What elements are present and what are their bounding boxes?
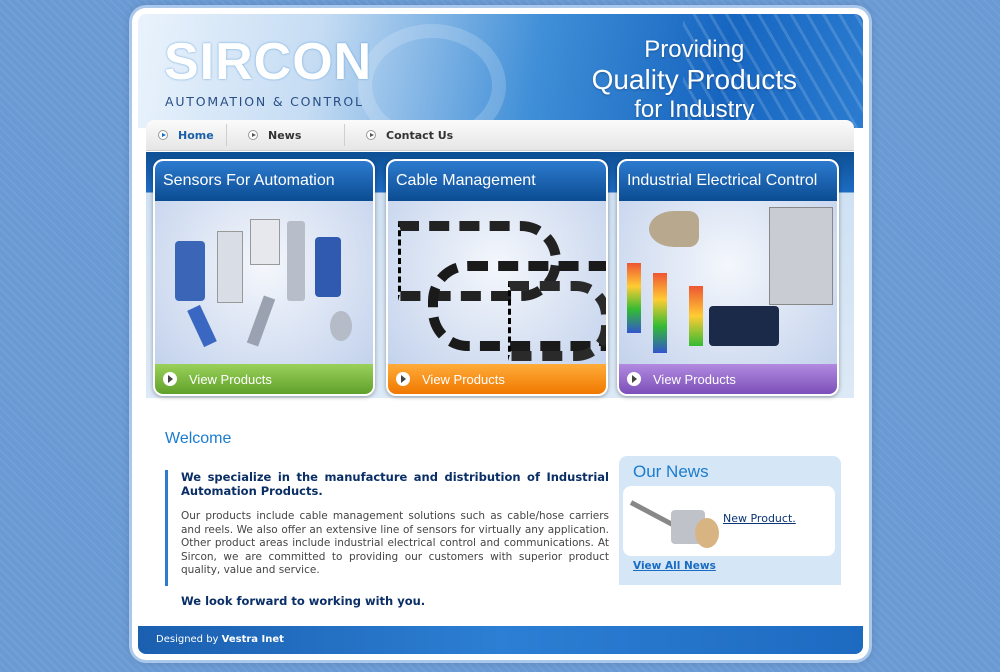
view-products-button[interactable]: View Products	[155, 364, 373, 394]
arrow-circle-icon	[627, 372, 641, 386]
button-label: View Products	[422, 371, 505, 387]
site-footer: Designed by Vestra Inet	[138, 626, 863, 654]
nav-divider	[226, 124, 227, 146]
welcome-heading: Welcome	[165, 430, 232, 447]
sensors-image	[155, 201, 373, 364]
view-products-button[interactable]: View Products	[388, 364, 606, 394]
product-card-title: Sensors For Automation	[155, 161, 373, 201]
footer-prefix: Designed by	[156, 634, 219, 645]
product-card-sensors[interactable]: Sensors For Automation View Products	[153, 159, 375, 396]
arrow-right-icon	[248, 130, 258, 140]
nav-item-news[interactable]: News	[248, 120, 301, 150]
button-label: View Products	[653, 371, 736, 387]
nav-item-label: News	[268, 128, 302, 142]
header-slogan: Providing Quality Products for Industry	[592, 36, 797, 124]
welcome-text-block: We specialize in the manufacture and dis…	[165, 470, 609, 586]
nav-item-label: Contact Us	[386, 128, 454, 142]
nav-item-home[interactable]: Home	[158, 120, 214, 150]
button-label: View Products	[189, 371, 272, 387]
news-item-link[interactable]: New Product.	[723, 512, 796, 525]
welcome-closing: We look forward to working with you.	[181, 594, 426, 608]
main-nav: Home News Contact Us	[146, 120, 854, 151]
welcome-body: Our products include cable management so…	[181, 510, 609, 576]
product-card-electrical[interactable]: Industrial Electrical Control View Produ…	[617, 159, 839, 396]
view-all-news-link[interactable]: View All News	[633, 560, 716, 572]
page-frame: SIRCON AUTOMATION & CONTROL Providing Qu…	[132, 8, 869, 660]
footer-designer-link[interactable]: Vestra Inet	[222, 634, 284, 645]
electrical-control-image	[619, 201, 837, 364]
arrow-circle-icon	[163, 372, 177, 386]
site-logo[interactable]: SIRCON	[164, 36, 372, 88]
product-card-title: Cable Management	[388, 161, 606, 201]
product-card-cable[interactable]: Cable Management View Products	[386, 159, 608, 396]
news-item: New Product.	[623, 486, 835, 556]
arrow-right-icon	[158, 130, 168, 140]
nav-divider	[344, 124, 345, 146]
view-products-button[interactable]: View Products	[619, 364, 837, 394]
logo-subtitle: AUTOMATION & CONTROL	[165, 94, 364, 109]
welcome-lead: We specialize in the manufacture and dis…	[181, 470, 609, 498]
news-panel: Our News New Product. View All News	[619, 456, 841, 585]
header-decoration	[358, 24, 506, 128]
arrow-circle-icon	[396, 372, 410, 386]
news-heading: Our News	[633, 462, 709, 481]
cable-carrier-image	[388, 201, 606, 364]
news-product-image	[629, 492, 721, 552]
site-header: SIRCON AUTOMATION & CONTROL Providing Qu…	[138, 14, 863, 128]
arrow-right-icon	[366, 130, 376, 140]
slogan-line-2: Quality Products	[591, 64, 797, 95]
product-card-title: Industrial Electrical Control	[619, 161, 837, 201]
nav-item-contact[interactable]: Contact Us	[366, 120, 453, 150]
nav-item-label: Home	[178, 128, 214, 142]
slogan-line-1: Providing	[644, 36, 745, 63]
